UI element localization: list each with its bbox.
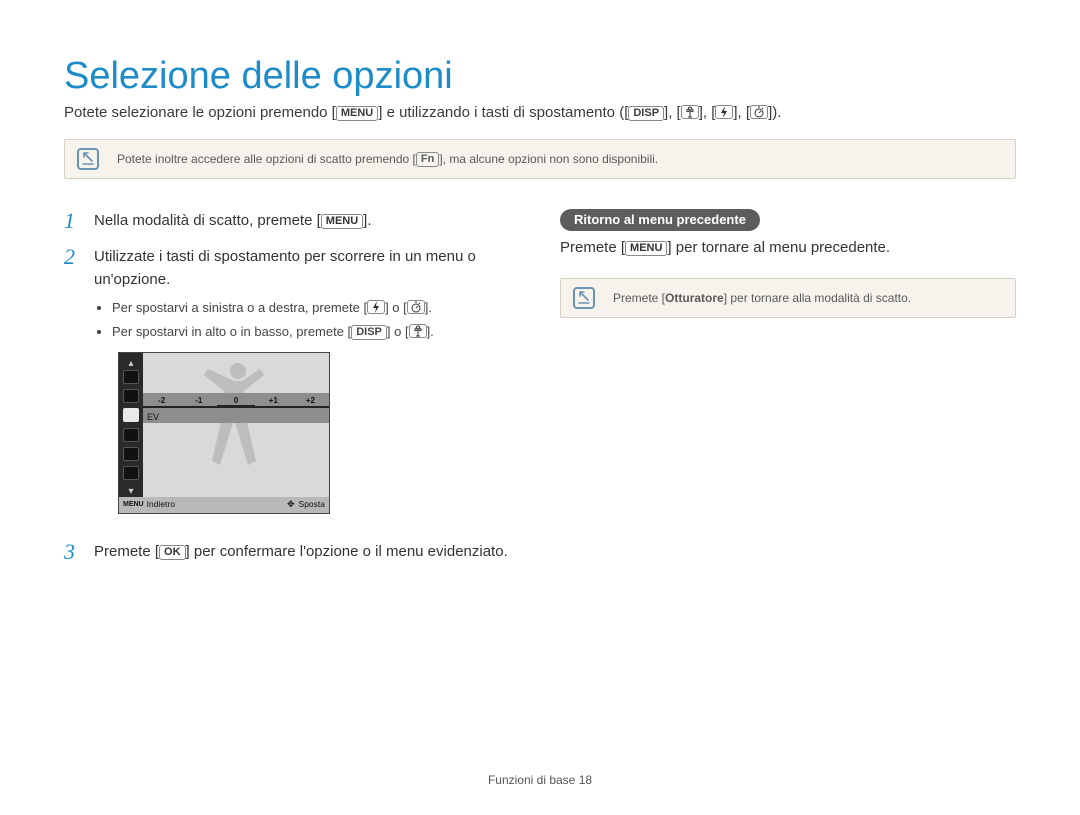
back-label: Indietro [147,498,175,511]
sidebar-icon [123,389,139,403]
text: Per spostarvi a sinistra o a destra, pre… [112,300,367,315]
flash-icon [715,105,733,119]
up-arrow-icon: ▴ [128,356,133,366]
disp-button-label: DISP [351,325,387,340]
tick: -2 [143,396,180,408]
section-heading-pill: Ritorno al menu precedente [560,209,760,231]
note-shutter-return: Premete [Otturatore] per tornare alla mo… [560,278,1016,318]
text: ] e utilizzando i tasti di spostamento (… [378,104,628,121]
footer-section: Funzioni di base [488,773,579,787]
tick: +1 [255,396,292,408]
move-label: Sposta [299,498,325,511]
sidebar-icon [123,370,139,384]
paragraph: Premete [MENU] per tornare al menu prece… [560,239,1016,256]
timer-icon [407,300,425,314]
step-2: 2 Utilizzate i tasti di spostamento per … [64,245,520,528]
text: ], [ [699,104,716,121]
text: ] o [ [387,324,409,339]
menu-button-label: MENU [625,241,667,256]
bullet-left-right: Per spostarvi a sinistra o a destra, pre… [112,298,520,318]
menu-glyph: MENU [123,500,144,511]
text: Utilizzate i tasti di spostamento per sc… [94,248,476,288]
timer-icon [750,105,768,119]
tick: -1 [180,396,217,408]
page-title: Selezione delle opzioni [64,55,1016,98]
text: Nella modalità di scatto, premete [ [94,212,321,229]
text: ]. [427,324,434,339]
text: ] per tornare al menu precedente. [667,239,890,256]
ev-ticks: -2 -1 0 +1 +2 [143,395,329,409]
macro-icon [409,324,427,338]
right-column: Ritorno al menu precedente Premete [MENU… [560,209,1016,576]
step-number: 1 [64,209,82,233]
step-1: 1 Nella modalità di scatto, premete [MEN… [64,209,520,233]
disp-button-label: DISP [628,106,664,121]
text: Premete [ [560,239,625,256]
left-column: 1 Nella modalità di scatto, premete [MEN… [64,209,520,576]
step-3: 3 Premete [OK] per confermare l'opzione … [64,540,520,564]
sidebar-icon [123,447,139,461]
camera-lcd-figure: ▴ ▾ -2 [118,352,330,514]
note-fn-access: Potete inoltre accedere alle opzioni di … [64,139,1016,179]
text: ]. [363,212,371,229]
page-subtitle: Potete selezionare le opzioni premendo [… [64,104,1016,121]
menu-button-label: MENU [336,106,378,121]
text: ] per tornare alla modalità di scatto. [724,291,911,305]
macro-icon [681,105,699,119]
tick: +2 [292,396,329,408]
text: ]). [768,104,781,121]
text: Premete [ [94,543,159,560]
figure-sidebar: ▴ ▾ [119,353,143,497]
flash-icon [367,300,385,314]
ok-button-label: OK [159,545,186,560]
text: ], [ [664,104,681,121]
text: ] per confermare l'opzione o il menu evi… [186,543,508,560]
text: ], ma alcune opzioni non sono disponibil… [439,152,658,166]
fn-button-label: Fn [416,152,439,167]
sidebar-icon-active [123,408,139,422]
text: ]. [425,300,432,315]
shutter-label: Otturatore [665,291,724,305]
down-arrow-icon: ▾ [128,484,133,494]
text: Potete inoltre accedere alle opzioni di … [117,152,416,166]
tick: 0 [217,396,254,408]
footer-page-number: 18 [579,773,592,787]
text: Premete [ [613,291,665,305]
text: Per spostarvi in alto o in basso, premet… [112,324,351,339]
note-icon [77,148,99,170]
bullet-up-down: Per spostarvi in alto o in basso, premet… [112,322,520,342]
page-footer: Funzioni di base 18 [0,773,1080,787]
text: ], [ [733,104,750,121]
step-number: 3 [64,540,82,564]
text: Potete selezionare le opzioni premendo [ [64,104,336,121]
note-icon [573,287,595,309]
menu-button-label: MENU [321,214,363,229]
step-number: 2 [64,245,82,528]
figure-footer: MENU Indietro ✥ Sposta [119,497,329,513]
text: ] o [ [385,300,407,315]
ev-label: EV [147,411,159,425]
sidebar-icon [123,466,139,480]
sidebar-icon [123,428,139,442]
nav-glyph: ✥ [287,498,295,512]
